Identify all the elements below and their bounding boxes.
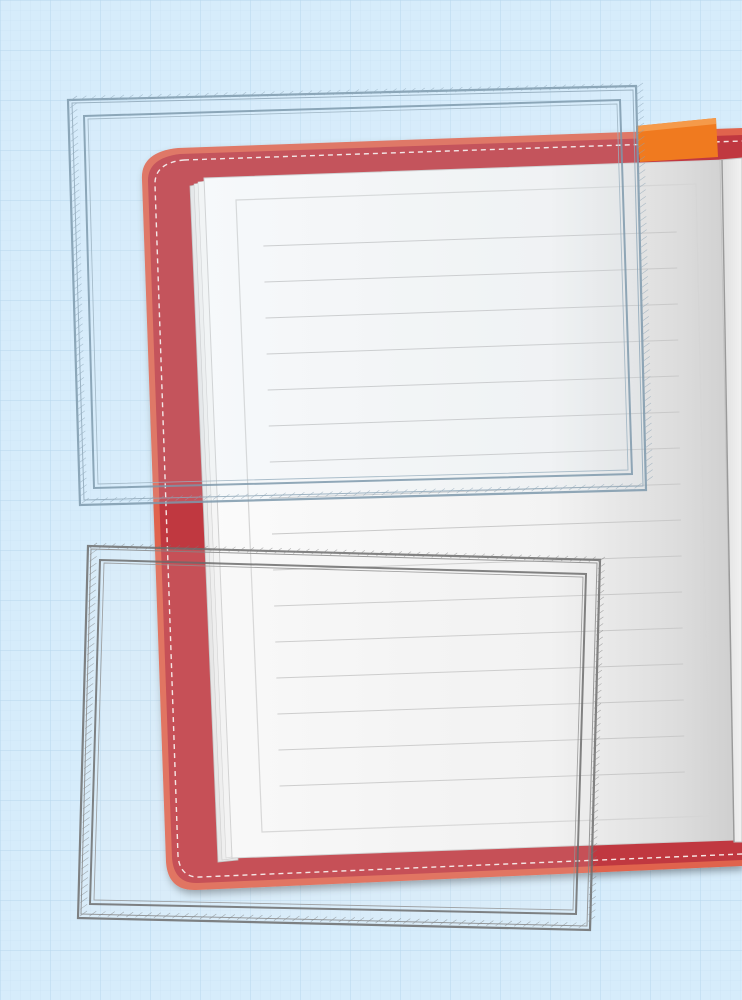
illustration-canvas	[0, 0, 742, 1000]
sketched-frame-bottom	[76, 542, 606, 932]
scene-svg	[0, 0, 742, 1000]
sketched-frame-top	[66, 82, 654, 507]
